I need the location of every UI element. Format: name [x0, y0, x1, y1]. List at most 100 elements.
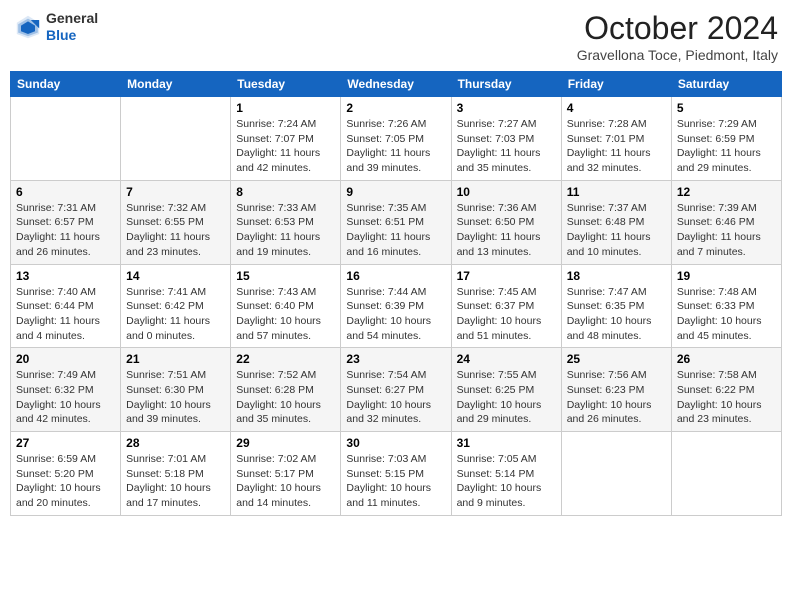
day-info: Sunrise: 7:44 AMSunset: 6:39 PMDaylight:…	[346, 285, 445, 344]
logo-icon	[14, 13, 42, 41]
logo: General Blue	[14, 10, 98, 44]
day-info: Sunrise: 7:27 AMSunset: 7:03 PMDaylight:…	[457, 117, 556, 176]
day-cell-w3-d2: 14 Sunrise: 7:41 AMSunset: 6:42 PMDayligh…	[121, 264, 231, 348]
day-number: 23	[346, 352, 445, 366]
day-info: Sunrise: 6:59 AMSunset: 5:20 PMDaylight:…	[16, 452, 115, 511]
day-info: Sunrise: 7:41 AMSunset: 6:42 PMDaylight:…	[126, 285, 225, 344]
day-number: 2	[346, 101, 445, 115]
day-number: 27	[16, 436, 115, 450]
header-saturday: Saturday	[671, 72, 781, 97]
calendar-body: 1 Sunrise: 7:24 AMSunset: 7:07 PMDaylight…	[11, 97, 782, 516]
day-number: 13	[16, 269, 115, 283]
day-info: Sunrise: 7:31 AMSunset: 6:57 PMDaylight:…	[16, 201, 115, 260]
day-number: 3	[457, 101, 556, 115]
day-info: Sunrise: 7:52 AMSunset: 6:28 PMDaylight:…	[236, 368, 335, 427]
day-cell-w4-d7: 26 Sunrise: 7:58 AMSunset: 6:22 PMDayligh…	[671, 348, 781, 432]
week-row-1: 1 Sunrise: 7:24 AMSunset: 7:07 PMDaylight…	[11, 97, 782, 181]
day-number: 14	[126, 269, 225, 283]
day-cell-w5-d6	[561, 432, 671, 516]
day-number: 22	[236, 352, 335, 366]
day-info: Sunrise: 7:58 AMSunset: 6:22 PMDaylight:…	[677, 368, 776, 427]
day-number: 24	[457, 352, 556, 366]
day-number: 12	[677, 185, 776, 199]
day-cell-w5-d2: 28Sunrise: 7:01 AMSunset: 5:18 PMDayligh…	[121, 432, 231, 516]
day-info: Sunrise: 7:51 AMSunset: 6:30 PMDaylight:…	[126, 368, 225, 427]
calendar-table: Sunday Monday Tuesday Wednesday Thursday…	[10, 71, 782, 516]
day-number: 31	[457, 436, 556, 450]
day-cell-w2-d2: 7 Sunrise: 7:32 AMSunset: 6:55 PMDaylight…	[121, 180, 231, 264]
calendar-header: Sunday Monday Tuesday Wednesday Thursday…	[11, 72, 782, 97]
header-sunday: Sunday	[11, 72, 121, 97]
day-info: Sunrise: 7:29 AMSunset: 6:59 PMDaylight:…	[677, 117, 776, 176]
day-cell-w2-d4: 9 Sunrise: 7:35 AMSunset: 6:51 PMDaylight…	[341, 180, 451, 264]
title-block: October 2024 Gravellona Toce, Piedmont, …	[577, 10, 778, 63]
day-number: 30	[346, 436, 445, 450]
day-cell-w4-d4: 23 Sunrise: 7:54 AMSunset: 6:27 PMDayligh…	[341, 348, 451, 432]
day-info: Sunrise: 7:36 AMSunset: 6:50 PMDaylight:…	[457, 201, 556, 260]
day-cell-w1-d4: 2Sunrise: 7:26 AMSunset: 7:05 PMDaylight…	[341, 97, 451, 181]
day-number: 15	[236, 269, 335, 283]
day-number: 20	[16, 352, 115, 366]
day-number: 1	[236, 101, 335, 115]
day-number: 8	[236, 185, 335, 199]
day-cell-w2-d5: 10Sunrise: 7:36 AMSunset: 6:50 PMDayligh…	[451, 180, 561, 264]
day-cell-w5-d5: 31 Sunrise: 7:05 AMSunset: 5:14 PMDayligh…	[451, 432, 561, 516]
day-number: 29	[236, 436, 335, 450]
day-cell-w5-d3: 29 Sunrise: 7:02 AMSunset: 5:17 PMDayligh…	[231, 432, 341, 516]
day-number: 4	[567, 101, 666, 115]
day-info: Sunrise: 7:39 AMSunset: 6:46 PMDaylight:…	[677, 201, 776, 260]
day-number: 11	[567, 185, 666, 199]
day-cell-w2-d1: 6 Sunrise: 7:31 AMSunset: 6:57 PMDaylight…	[11, 180, 121, 264]
day-cell-w5-d7	[671, 432, 781, 516]
day-number: 9	[346, 185, 445, 199]
day-info: Sunrise: 7:32 AMSunset: 6:55 PMDaylight:…	[126, 201, 225, 260]
logo-general-text: General	[46, 10, 98, 27]
logo-blue-text: Blue	[46, 27, 98, 44]
day-cell-w2-d3: 8 Sunrise: 7:33 AMSunset: 6:53 PMDaylight…	[231, 180, 341, 264]
day-number: 17	[457, 269, 556, 283]
day-number: 18	[567, 269, 666, 283]
day-number: 6	[16, 185, 115, 199]
day-info: Sunrise: 7:47 AMSunset: 6:35 PMDaylight:…	[567, 285, 666, 344]
day-number: 26	[677, 352, 776, 366]
header-row: Sunday Monday Tuesday Wednesday Thursday…	[11, 72, 782, 97]
header-wednesday: Wednesday	[341, 72, 451, 97]
day-number: 19	[677, 269, 776, 283]
day-cell-w1-d2	[121, 97, 231, 181]
day-cell-w1-d3: 1 Sunrise: 7:24 AMSunset: 7:07 PMDaylight…	[231, 97, 341, 181]
header-friday: Friday	[561, 72, 671, 97]
day-cell-w5-d1: 27 Sunrise: 6:59 AMSunset: 5:20 PMDayligh…	[11, 432, 121, 516]
day-cell-w5-d4: 30 Sunrise: 7:03 AMSunset: 5:15 PMDayligh…	[341, 432, 451, 516]
day-info: Sunrise: 7:03 AMSunset: 5:15 PMDaylight:…	[346, 452, 445, 511]
day-info: Sunrise: 7:02 AMSunset: 5:17 PMDaylight:…	[236, 452, 335, 511]
day-number: 16	[346, 269, 445, 283]
day-info: Sunrise: 7:43 AMSunset: 6:40 PMDaylight:…	[236, 285, 335, 344]
day-info: Sunrise: 7:54 AMSunset: 6:27 PMDaylight:…	[346, 368, 445, 427]
header-tuesday: Tuesday	[231, 72, 341, 97]
day-info: Sunrise: 7:33 AMSunset: 6:53 PMDaylight:…	[236, 201, 335, 260]
day-cell-w4-d6: 25Sunrise: 7:56 AMSunset: 6:23 PMDayligh…	[561, 348, 671, 432]
day-cell-w3-d5: 17 Sunrise: 7:45 AMSunset: 6:37 PMDayligh…	[451, 264, 561, 348]
month-title: October 2024	[577, 10, 778, 47]
day-cell-w1-d7: 5Sunrise: 7:29 AMSunset: 6:59 PMDaylight…	[671, 97, 781, 181]
day-number: 21	[126, 352, 225, 366]
day-number: 7	[126, 185, 225, 199]
day-info: Sunrise: 7:45 AMSunset: 6:37 PMDaylight:…	[457, 285, 556, 344]
day-info: Sunrise: 7:01 AMSunset: 5:18 PMDaylight:…	[126, 452, 225, 511]
day-info: Sunrise: 7:56 AMSunset: 6:23 PMDaylight:…	[567, 368, 666, 427]
day-cell-w1-d6: 4 Sunrise: 7:28 AMSunset: 7:01 PMDaylight…	[561, 97, 671, 181]
day-info: Sunrise: 7:28 AMSunset: 7:01 PMDaylight:…	[567, 117, 666, 176]
day-info: Sunrise: 7:37 AMSunset: 6:48 PMDaylight:…	[567, 201, 666, 260]
day-cell-w4-d1: 20 Sunrise: 7:49 AMSunset: 6:32 PMDayligh…	[11, 348, 121, 432]
day-info: Sunrise: 7:24 AMSunset: 7:07 PMDaylight:…	[236, 117, 335, 176]
day-info: Sunrise: 7:05 AMSunset: 5:14 PMDaylight:…	[457, 452, 556, 511]
header-thursday: Thursday	[451, 72, 561, 97]
week-row-3: 13 Sunrise: 7:40 AMSunset: 6:44 PMDayligh…	[11, 264, 782, 348]
day-info: Sunrise: 7:35 AMSunset: 6:51 PMDaylight:…	[346, 201, 445, 260]
day-cell-w2-d7: 12 Sunrise: 7:39 AMSunset: 6:46 PMDayligh…	[671, 180, 781, 264]
page-header: General Blue October 2024 Gravellona Toc…	[10, 10, 782, 63]
day-info: Sunrise: 7:40 AMSunset: 6:44 PMDaylight:…	[16, 285, 115, 344]
location: Gravellona Toce, Piedmont, Italy	[577, 47, 778, 63]
day-info: Sunrise: 7:49 AMSunset: 6:32 PMDaylight:…	[16, 368, 115, 427]
day-cell-w4-d5: 24Sunrise: 7:55 AMSunset: 6:25 PMDayligh…	[451, 348, 561, 432]
